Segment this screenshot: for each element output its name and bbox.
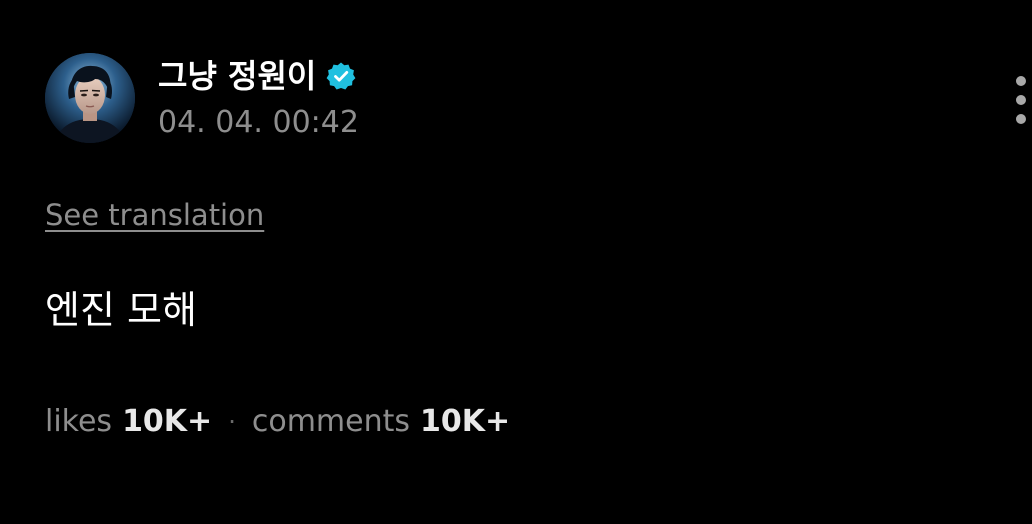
post-card: 그냥 정원이 04. 04. 00:42 See translation 엔진 … [0,0,1032,524]
avatar[interactable] [45,53,135,143]
vertical-ellipsis-icon-dot [1016,114,1026,124]
post-timestamp: 04. 04. 00:42 [158,105,359,140]
more-options-button[interactable] [1006,74,1032,126]
vertical-ellipsis-icon [1016,76,1026,86]
author-row: 그냥 정원이 [158,56,356,96]
verified-badge-icon [326,62,356,90]
vertical-ellipsis-icon-dot [1016,95,1026,105]
post-body-text: 엔진 모해 [45,288,197,332]
likes-count: 10K+ [122,404,213,439]
avatar-portrait [45,53,135,143]
stats-separator: · [228,408,236,436]
comments-label: comments [251,404,411,439]
author-name[interactable]: 그냥 정원이 [158,56,316,96]
likes-label: likes [45,404,113,439]
see-translation-link[interactable]: See translation [45,196,264,234]
likes-stat[interactable]: likes 10K+ [45,402,212,442]
comments-count: 10K+ [420,404,511,439]
post-stats: likes 10K+ · comments 10K+ [45,402,510,442]
comments-stat[interactable]: comments 10K+ [252,402,510,442]
